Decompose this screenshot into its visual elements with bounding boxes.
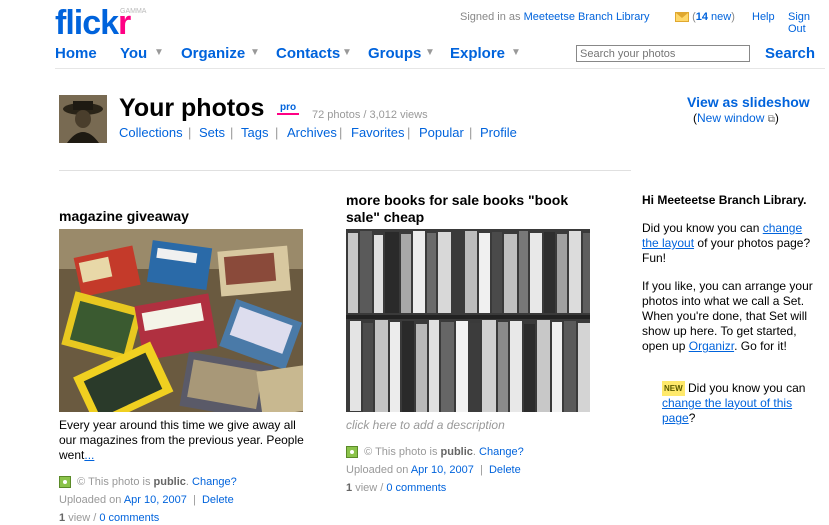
upload-date-link[interactable]: Apr 10, 2007: [124, 494, 187, 506]
photo-magazines[interactable]: [59, 229, 303, 412]
change-privacy-link[interactable]: Change?: [192, 476, 237, 488]
subnav-archives[interactable]: Archives: [287, 125, 337, 140]
delete-photo-link[interactable]: Delete: [489, 464, 521, 476]
flickr-logo[interactable]: flickr: [55, 4, 131, 43]
comments-link[interactable]: 0 comments: [99, 512, 159, 524]
upload-date-link[interactable]: Apr 10, 2007: [411, 464, 474, 476]
new-badge: NEW: [662, 381, 685, 397]
new-window-link[interactable]: New window: [697, 111, 764, 125]
help-link[interactable]: Help: [752, 11, 775, 23]
nav-contacts[interactable]: Contacts: [276, 45, 340, 62]
page-title: Your photos: [119, 94, 265, 122]
photo-stats: 72 photos / 3,012 views: [312, 109, 428, 121]
photo-description: Every year around this time we give away…: [59, 418, 304, 462]
nav-you[interactable]: You: [120, 45, 147, 62]
sign-out-link[interactable]: Sign Out: [788, 11, 829, 35]
search-button[interactable]: Search: [765, 45, 815, 62]
nav-you-chevron-down-icon[interactable]: ▼: [154, 47, 164, 58]
pro-badge[interactable]: pro: [277, 102, 300, 115]
nav-explore[interactable]: Explore: [450, 45, 505, 62]
organizr-link[interactable]: Organizr: [689, 339, 734, 353]
public-photo-icon: [346, 446, 358, 459]
buddy-icon-avatar[interactable]: [59, 95, 107, 143]
mail-envelope-icon[interactable]: [675, 12, 689, 23]
gamma-label: GAMMA: [120, 8, 147, 15]
subnav-favorites[interactable]: Favorites: [351, 125, 404, 140]
subnav-profile[interactable]: Profile: [480, 125, 517, 140]
new-window-link-wrapper: (New window ⧉): [693, 111, 779, 125]
signed-in-text: Signed in as Meeteetse Branch Library: [460, 11, 650, 23]
signed-in-user-link[interactable]: Meeteetse Branch Library: [524, 11, 650, 23]
photo-title[interactable]: magazine giveaway: [59, 208, 304, 225]
subnav-sets[interactable]: Sets: [199, 125, 225, 140]
change-page-layout-link[interactable]: change the layout of this page: [662, 396, 792, 425]
sidebar-tip-sets: If you like, you can arrange your photos…: [642, 279, 813, 353]
subnav-tags[interactable]: Tags: [241, 125, 268, 140]
new-window-icon[interactable]: ⧉: [768, 114, 775, 125]
sidebar-greeting: Hi Meeteetse Branch Library.: [642, 193, 807, 207]
header-separator: [59, 170, 631, 171]
photo-upload-info: Uploaded on Apr 10, 2007 | Delete: [59, 494, 234, 506]
comments-link[interactable]: 0 comments: [386, 482, 446, 494]
nav-organize[interactable]: Organize: [181, 45, 245, 62]
nav-groups[interactable]: Groups: [368, 45, 421, 62]
mail-indicator[interactable]: (14 new): [675, 11, 735, 23]
nav-contacts-chevron-down-icon[interactable]: ▼: [342, 47, 352, 58]
nav-organize-chevron-down-icon[interactable]: ▼: [250, 47, 260, 58]
nav-groups-chevron-down-icon[interactable]: ▼: [425, 47, 435, 58]
photo-privacy: © This photo is public. Change?: [346, 446, 524, 459]
photo-views: 1 view / 0 comments: [59, 512, 160, 524]
add-description-placeholder[interactable]: click here to add a description: [346, 418, 505, 433]
delete-photo-link[interactable]: Delete: [202, 494, 234, 506]
photo-title[interactable]: more books for sale books "book sale" ch…: [346, 192, 596, 226]
subnav-collections[interactable]: Collections: [119, 125, 183, 140]
nav-home[interactable]: Home: [55, 45, 97, 62]
photo-books[interactable]: [346, 229, 590, 412]
photo-privacy: © This photo is public. Change?: [59, 476, 237, 489]
search-input[interactable]: [576, 45, 750, 62]
mail-count[interactable]: 14: [696, 11, 708, 23]
sidebar-tip-new: NEW Did you know you can change the layo…: [662, 381, 806, 426]
change-privacy-link[interactable]: Change?: [479, 446, 524, 458]
view-as-slideshow-link[interactable]: View as slideshow: [687, 94, 810, 110]
public-photo-icon: [59, 476, 71, 489]
photo-upload-info: Uploaded on Apr 10, 2007 | Delete: [346, 464, 521, 476]
sidebar-tip-layout: Did you know you can change the layout o…: [642, 221, 811, 265]
photo-views: 1 view / 0 comments: [346, 482, 447, 494]
description-more-link[interactable]: ...: [84, 448, 94, 462]
nav-divider: [55, 68, 825, 69]
subnav-popular[interactable]: Popular: [419, 125, 464, 140]
nav-explore-chevron-down-icon[interactable]: ▼: [511, 47, 521, 58]
